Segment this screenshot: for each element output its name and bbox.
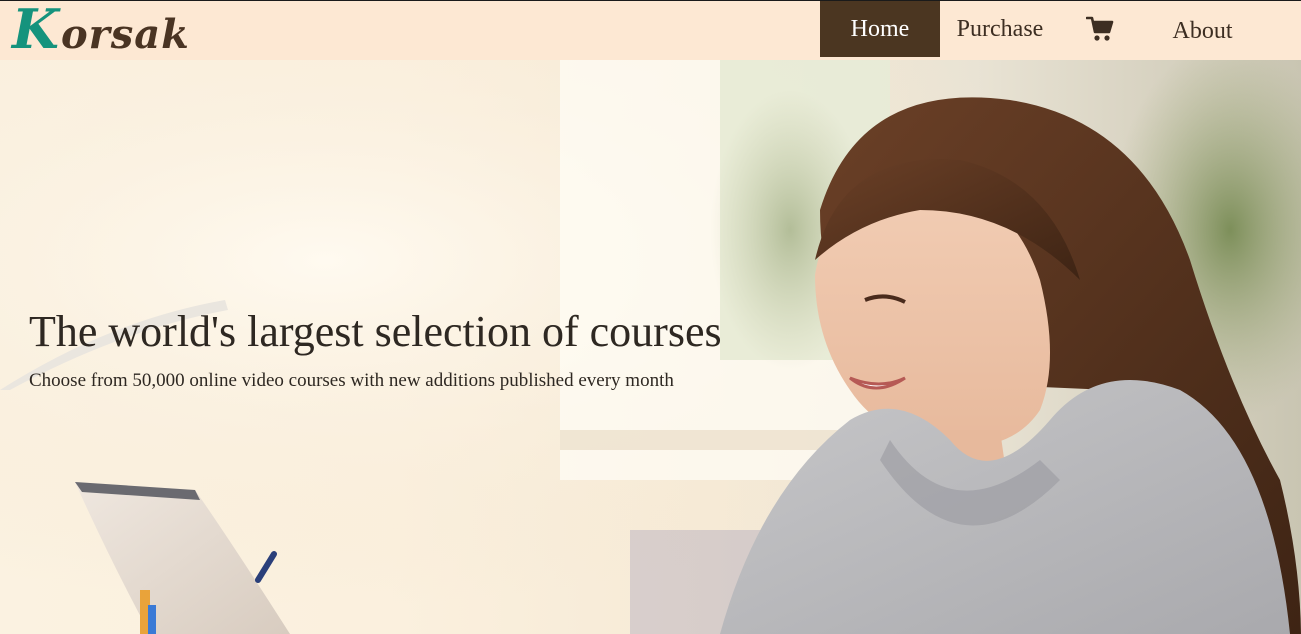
hero-title: The world's largest selection of courses	[29, 307, 722, 356]
top-navbar: K orsak Home Purchase About	[0, 0, 1301, 60]
korsak-logo[interactable]: K orsak	[12, 0, 190, 59]
main-nav: Home Purchase About	[820, 1, 1265, 57]
logo-text: orsak	[60, 11, 190, 58]
hero-banner: The world's largest selection of courses…	[0, 60, 1301, 634]
nav-home-link[interactable]: Home	[820, 1, 940, 57]
nav-purchase-link[interactable]: Purchase	[940, 1, 1060, 57]
nav-about-link[interactable]: About	[1140, 1, 1265, 57]
hero-subtitle: Choose from 50,000 online video courses …	[29, 370, 674, 391]
logo-initial: K	[12, 0, 59, 61]
nav-cart-link[interactable]	[1060, 1, 1140, 57]
shopping-cart-icon	[1086, 16, 1114, 41]
